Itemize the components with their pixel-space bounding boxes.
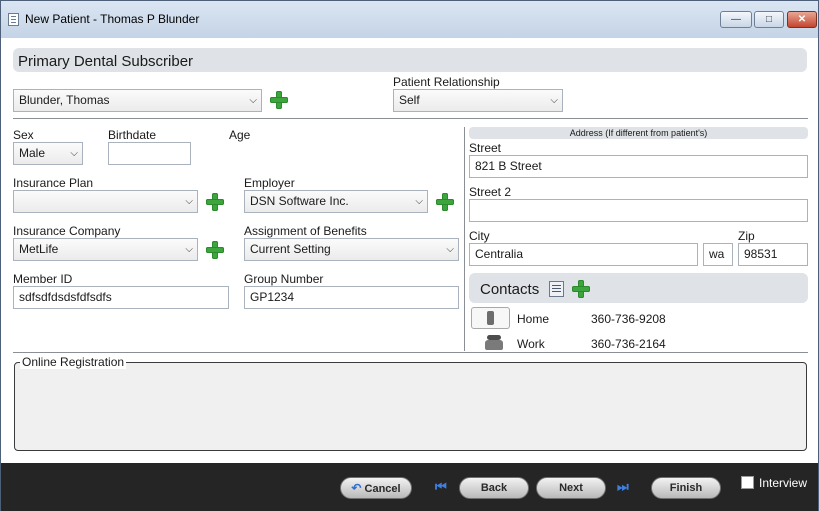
contact-type-work: Work (517, 337, 545, 351)
contact-number-home[interactable]: 360-736-9208 (591, 312, 666, 326)
chevron-down-icon: ⌵ (249, 95, 257, 106)
birthdate-field[interactable] (108, 142, 191, 165)
group-number-field[interactable]: GP1234 (244, 286, 459, 309)
state-field[interactable]: wa (703, 243, 733, 266)
insurance-company-label: Insurance Company (13, 224, 121, 238)
insurance-company-select[interactable]: MetLife ⌵ (13, 238, 198, 261)
group-number-label: Group Number (244, 272, 324, 286)
cancel-label: Cancel (364, 483, 401, 495)
divider (13, 352, 808, 353)
home-phone-icon (471, 307, 510, 329)
next-button[interactable]: Next (536, 477, 606, 499)
member-id-label: Member ID (13, 272, 73, 286)
chevron-down-icon: ⌵ (185, 244, 193, 255)
insurance-company-value: MetLife (19, 242, 59, 256)
first-record-icon[interactable]: ⏮ (435, 479, 447, 495)
contacts-title: Contacts (480, 281, 540, 298)
age-label: Age (229, 128, 251, 142)
chevron-down-icon: ⌵ (415, 196, 423, 207)
employer-select[interactable]: DSN Software Inc. ⌵ (244, 190, 428, 213)
sex-select[interactable]: Male ⌵ (13, 142, 83, 165)
benefits-value: Current Setting (250, 242, 331, 256)
insurance-plan-label: Insurance Plan (13, 176, 94, 190)
street-label: Street (469, 141, 502, 155)
street2-label: Street 2 (469, 185, 512, 199)
insurance-plan-select[interactable]: ⌵ (13, 190, 198, 213)
subscriber-value: Blunder, Thomas (19, 93, 110, 107)
edit-contacts-icon[interactable] (549, 281, 564, 297)
cancel-button[interactable]: ↶ Cancel (340, 477, 412, 499)
sex-value: Male (19, 146, 46, 160)
add-insurance-plan-plus-icon[interactable] (205, 192, 225, 212)
chevron-down-icon: ⌵ (446, 244, 454, 255)
city-label: City (469, 229, 490, 243)
title-bar[interactable]: New Patient - Thomas P Blunder — □ ✕ (1, 1, 818, 38)
add-employer-plus-icon[interactable] (435, 192, 455, 212)
employer-label: Employer (244, 176, 295, 190)
subscriber-select[interactable]: Blunder, Thomas ⌵ (13, 89, 262, 112)
new-patient-window: New Patient - Thomas P Blunder — □ ✕ Pri… (0, 0, 819, 511)
maximize-button[interactable]: □ (754, 11, 784, 28)
member-id-field[interactable]: sdfsdfdsdsfdfsdfs (13, 286, 229, 309)
street-field[interactable]: 821 B Street (469, 155, 808, 178)
divider (13, 118, 808, 119)
chevron-down-icon: ⌵ (70, 148, 78, 159)
finish-button[interactable]: Finish (651, 477, 721, 499)
address-header-title: Address (If different from patient's) (569, 128, 708, 138)
chevron-down-icon: ⌵ (185, 196, 193, 207)
relationship-select[interactable]: Self ⌵ (393, 89, 563, 112)
online-registration-title: Online Registration (20, 355, 127, 369)
document-icon (8, 13, 19, 26)
back-arrow-icon: ↶ (351, 481, 362, 495)
relationship-label: Patient Relationship (393, 75, 500, 89)
contact-number-work[interactable]: 360-736-2164 (591, 337, 666, 351)
interview-label: Interview (759, 476, 808, 490)
add-insurance-company-plus-icon[interactable] (205, 240, 225, 260)
minimize-button[interactable]: — (720, 11, 752, 28)
chevron-down-icon: ⌵ (550, 95, 558, 106)
sex-label: Sex (13, 128, 34, 142)
employer-value: DSN Software Inc. (250, 194, 349, 208)
back-button[interactable]: Back (459, 477, 529, 499)
benefits-label: Assignment of Benefits (244, 224, 367, 238)
zip-label: Zip (738, 229, 755, 243)
benefits-select[interactable]: Current Setting ⌵ (244, 238, 459, 261)
add-contact-plus-icon[interactable] (571, 279, 591, 299)
primary-subscriber-title: Primary Dental Subscriber (18, 53, 194, 70)
birthdate-label: Birthdate (108, 128, 157, 142)
relationship-value: Self (399, 93, 420, 107)
street2-field[interactable] (469, 199, 808, 222)
city-field[interactable]: Centralia (469, 243, 698, 266)
column-divider (464, 127, 465, 351)
add-subscriber-plus-icon[interactable] (269, 90, 289, 110)
work-phone-icon (483, 334, 507, 352)
last-record-icon[interactable]: ⏭ (617, 479, 629, 495)
interview-checkbox[interactable] (741, 476, 754, 489)
contact-type-home: Home (517, 312, 550, 326)
window-title: New Patient - Thomas P Blunder (25, 12, 200, 26)
zip-field[interactable]: 98531 (738, 243, 808, 266)
online-registration-group (14, 362, 807, 451)
close-button[interactable]: ✕ (787, 11, 817, 28)
